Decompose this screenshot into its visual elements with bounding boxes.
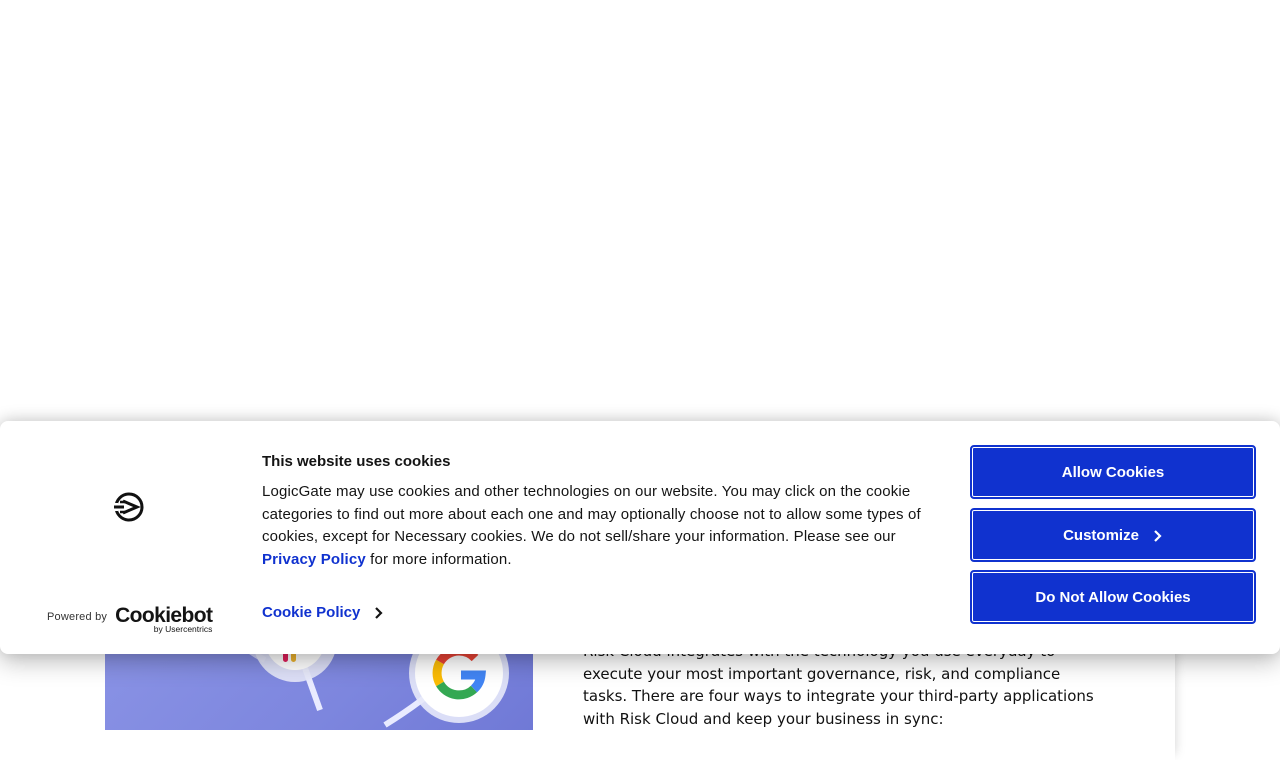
cookie-policy-link[interactable]: Cookie Policy [262, 604, 384, 621]
cookie-banner-description: LogicGate may use cookies and other tech… [262, 481, 952, 572]
allow-cookies-button[interactable]: Allow Cookies [970, 445, 1256, 499]
chevron-right-icon [375, 606, 383, 619]
allow-cookies-label: Allow Cookies [1061, 463, 1165, 481]
privacy-policy-link[interactable]: Privacy Policy [262, 551, 366, 568]
description-text-end: for more information. [365, 551, 512, 569]
powered-by-label: Powered by [47, 611, 108, 623]
do-not-allow-label: Do Not Allow Cookies [1035, 588, 1191, 606]
logicgate-logo-icon [112, 490, 146, 524]
do-not-allow-cookies-button[interactable]: Do Not Allow Cookies [970, 570, 1256, 624]
cookie-banner-title: This website uses cookies [262, 453, 451, 470]
cookiebot-wordmark: Cookiebot [115, 603, 213, 627]
cookie-policy-label: Cookie Policy [262, 604, 361, 621]
chevron-right-icon [1154, 530, 1162, 542]
customize-label: Customize [1063, 526, 1139, 544]
customize-button[interactable]: Customize [970, 508, 1256, 562]
cookiebot-logo: Cookiebot by Usercentrics [115, 603, 213, 633]
cookiebot-subtitle: by Usercentrics [153, 623, 213, 634]
powered-by-cookiebot[interactable]: Powered by Cookiebot by Usercentrics [47, 600, 217, 633]
description-text: LogicGate may use cookies and other tech… [262, 483, 921, 546]
